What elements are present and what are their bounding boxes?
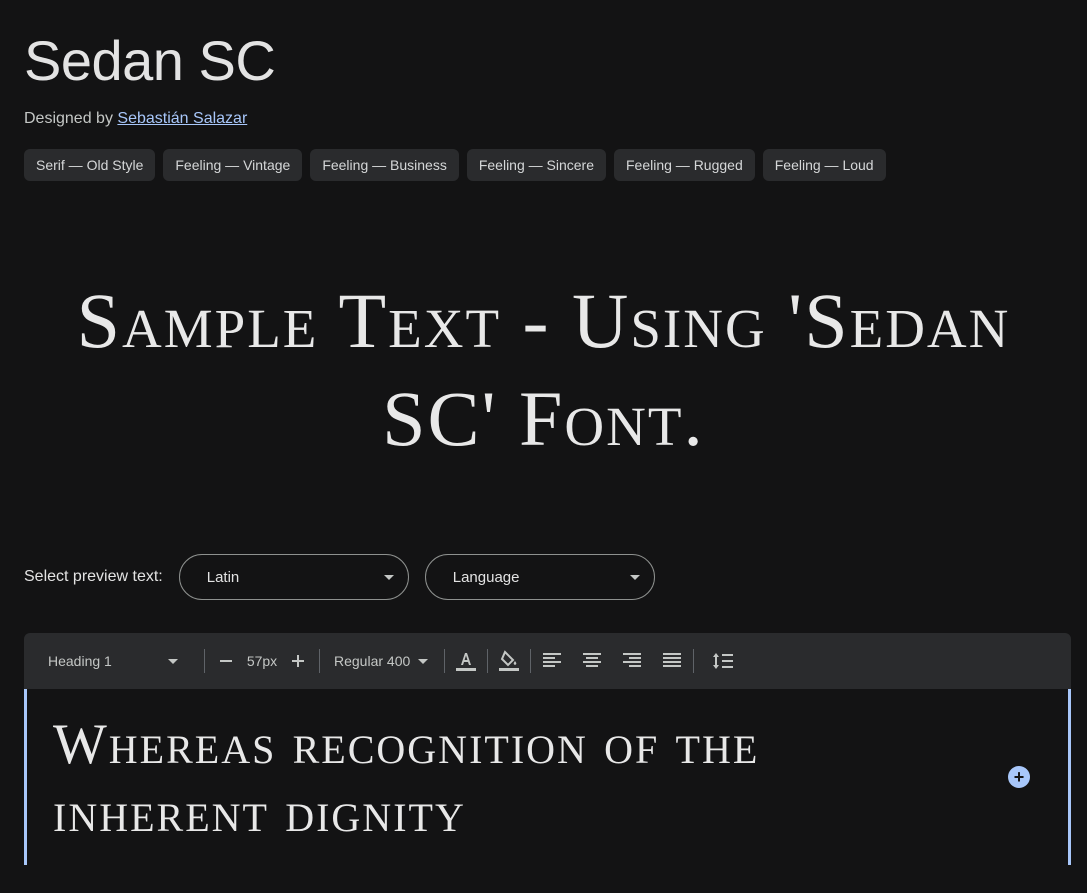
- text-color-button[interactable]: [451, 646, 481, 676]
- align-right-icon: [623, 653, 642, 667]
- caret-down-icon: [629, 574, 640, 580]
- increase-size-button[interactable]: [283, 646, 313, 676]
- align-center-button[interactable]: [577, 646, 607, 676]
- toolbar-divider: [693, 649, 695, 673]
- caret-down-icon: [418, 658, 429, 664]
- tag-chip[interactable]: Feeling — Business: [310, 149, 459, 181]
- designer-line: Designed by Sebastián Salazar: [24, 110, 247, 128]
- script-select[interactable]: Latin: [178, 554, 409, 600]
- plus-icon: [292, 655, 304, 667]
- toolbar-divider: [204, 649, 205, 673]
- caret-down-icon: [383, 574, 394, 580]
- tag-chip[interactable]: Serif — Old Style: [24, 149, 156, 181]
- tag-chip[interactable]: Feeling — Loud: [762, 149, 886, 181]
- hero-sample-text: Sample Text - Using 'Sedan SC' Font.: [76, 277, 1011, 462]
- decrease-size-button[interactable]: [211, 646, 241, 676]
- font-page: Sedan SC Designed by Sebastián Salazar S…: [0, 0, 1087, 893]
- line-height-button[interactable]: [708, 646, 738, 676]
- minus-icon: [220, 660, 232, 662]
- font-title: Sedan SC: [24, 29, 276, 92]
- language-select[interactable]: Language: [424, 554, 655, 600]
- align-right-button[interactable]: [617, 646, 647, 676]
- text-style-select[interactable]: Heading 1: [48, 653, 198, 669]
- toolbar-divider: [487, 649, 489, 673]
- toolbar-divider: [444, 649, 446, 673]
- tag-chip[interactable]: Feeling — Rugged: [614, 149, 755, 181]
- align-justify-icon: [663, 653, 682, 667]
- preview-editor[interactable]: Whereas recognition of the inherent dign…: [24, 689, 1071, 865]
- tag-chip[interactable]: Feeling — Sincere: [466, 149, 606, 181]
- tag-list: Serif — Old Style Feeling — Vintage Feel…: [24, 149, 886, 181]
- align-left-icon: [543, 653, 562, 667]
- editor-toolbar: Heading 1 57px Regular 400: [24, 633, 1071, 689]
- fill-color-icon: [499, 650, 520, 671]
- add-icon[interactable]: +: [1008, 766, 1030, 788]
- designed-by-label: Designed by: [24, 110, 113, 127]
- align-center-icon: [583, 653, 602, 667]
- designer-link[interactable]: Sebastián Salazar: [117, 110, 247, 127]
- font-weight-select[interactable]: Regular 400: [326, 653, 438, 669]
- toolbar-divider: [530, 649, 532, 673]
- text-color-icon: [456, 653, 477, 671]
- preview-label: Select preview text:: [24, 568, 163, 585]
- editor-preview-text[interactable]: Whereas recognition of the inherent dign…: [53, 711, 853, 847]
- align-left-button[interactable]: [537, 646, 567, 676]
- font-weight-value: Regular 400: [334, 653, 411, 669]
- font-size-value[interactable]: 57px: [241, 653, 283, 669]
- caret-down-icon: [168, 658, 178, 664]
- line-height-icon: [713, 653, 734, 669]
- script-select-value: Latin: [206, 568, 240, 586]
- text-style-value: Heading 1: [48, 653, 112, 669]
- preview-selector-row: Select preview text: Latin Language: [24, 553, 671, 601]
- language-select-value: Language: [452, 568, 520, 586]
- toolbar-divider: [319, 649, 320, 673]
- tag-chip[interactable]: Feeling — Vintage: [163, 149, 303, 181]
- align-justify-button[interactable]: [657, 646, 687, 676]
- background-color-button[interactable]: [494, 646, 524, 676]
